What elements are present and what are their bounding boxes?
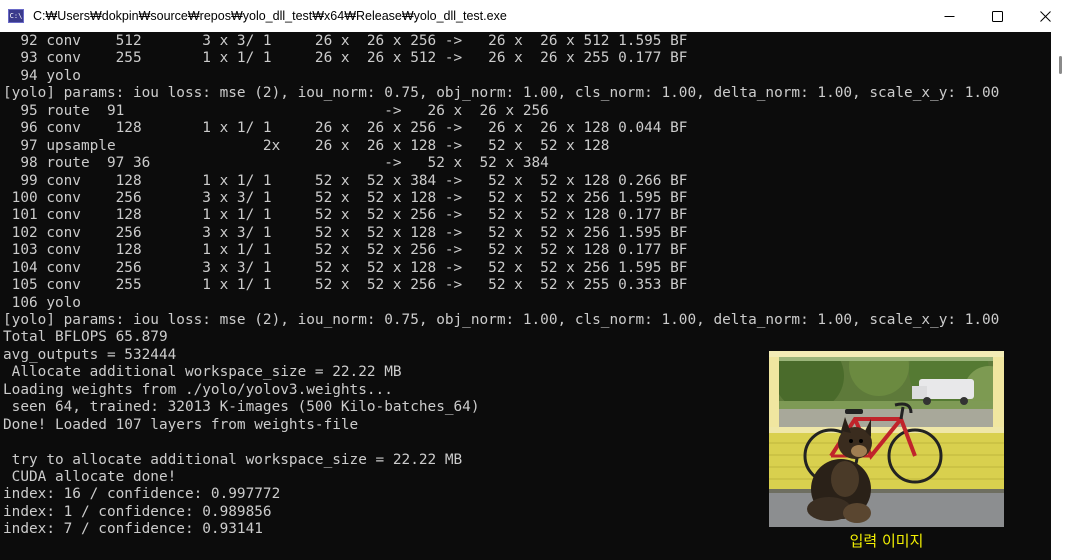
scrollbar-thumb[interactable] [1059,56,1062,74]
dog-bicycle-photo [769,351,1004,527]
console-line: 101 conv 128 1 x 1/ 1 52 x 52 x 256 -> 5… [3,207,688,224]
console-line: 98 route 97 36 -> 52 x 52 x 384 [3,155,549,172]
window-controls [925,0,1069,32]
console-line: [yolo] params: iou loss: mse (2), iou_no… [3,312,1000,328]
window-title: C:₩Users₩dokpin₩source₩repos₩yolo_dll_te… [33,9,507,23]
console-line: 93 conv 255 1 x 1/ 1 26 x 26 x 512 -> 26… [3,50,688,67]
maximize-icon [991,10,1003,22]
title-bar[interactable]: C:\ C:₩Users₩dokpin₩source₩repos₩yolo_dl… [0,0,1069,32]
maximize-button[interactable] [973,0,1021,32]
console-app-icon[interactable]: C:\ [8,9,24,23]
console-line: 94 yolo [3,67,81,84]
image-caption: 입력 이미지 [849,532,924,550]
console-line: 105 conv 255 1 x 1/ 1 52 x 52 x 256 -> 5… [3,277,688,294]
console-line: [yolo] params: iou loss: mse (2), iou_no… [3,85,1000,102]
vertical-scrollbar[interactable] [1051,32,1069,560]
minimize-button[interactable] [925,0,973,32]
console-line: 96 conv 128 1 x 1/ 1 26 x 26 x 256 -> 26… [3,120,688,137]
close-icon [1039,10,1051,22]
console-line: 99 conv 128 1 x 1/ 1 52 x 52 x 384 -> 52… [3,172,688,189]
console-line: 92 conv 512 3 x 3/ 1 26 x 26 x 256 -> 26… [3,33,688,49]
console-line: 97 upsample 2x 26 x 26 x 128 -> 52 x 52 … [3,137,610,154]
close-button[interactable] [1021,0,1069,32]
console-line: 95 route 91 -> 26 x 26 x 256 [3,102,549,119]
console-line: 103 conv 128 1 x 1/ 1 52 x 52 x 256 -> 5… [3,242,688,259]
console-line: 104 conv 256 3 x 3/ 1 52 x 52 x 128 -> 5… [3,259,688,276]
console-line: 100 conv 256 3 x 3/ 1 52 x 52 x 128 -> 5… [3,189,688,206]
console-line: 102 conv 256 3 x 3/ 1 52 x 52 x 128 -> 5… [3,224,688,241]
console-line: 106 yolo [3,294,81,311]
input-image [769,351,1004,527]
minimize-icon [944,15,954,17]
console-line: Total BFLOPS 65.879 [3,329,168,346]
